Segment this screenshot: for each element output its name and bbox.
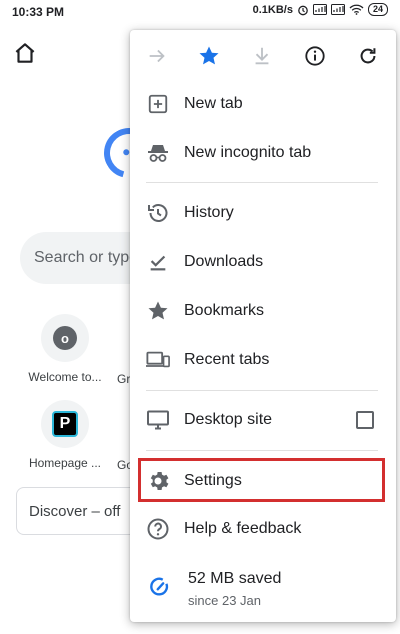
signal-icon bbox=[312, 4, 327, 15]
overflow-menu: New tab New incognito tab History Downlo… bbox=[130, 30, 396, 622]
menu-item-desktop-site[interactable]: Desktop site bbox=[130, 396, 396, 444]
menu-item-label: New incognito tab bbox=[184, 144, 312, 161]
home-icon[interactable] bbox=[12, 40, 38, 66]
download-icon[interactable] bbox=[249, 43, 275, 69]
network-speed: 0.1KB/s bbox=[252, 3, 293, 16]
shortcut-tile[interactable]: o Welcome to... bbox=[15, 314, 115, 384]
bookmark-star-icon[interactable] bbox=[196, 43, 222, 69]
menu-item-label: Recent tabs bbox=[184, 351, 270, 368]
status-icons: 0.1KB/s 24 bbox=[253, 3, 388, 16]
menu-item-help-feedback[interactable]: Help & feedback bbox=[130, 505, 396, 553]
menu-item-label: New tab bbox=[184, 95, 243, 112]
tile-label-peek: Gr bbox=[117, 372, 131, 386]
menu-item-label: Downloads bbox=[184, 253, 264, 270]
tile-icon-container: P bbox=[41, 400, 89, 448]
menu-item-recent-tabs[interactable]: Recent tabs bbox=[130, 336, 396, 384]
help-icon bbox=[146, 517, 170, 541]
menu-item-history[interactable]: History bbox=[130, 189, 396, 237]
tile-icon-container: o bbox=[41, 314, 89, 362]
new-tab-icon bbox=[146, 92, 170, 116]
data-saver-icon bbox=[148, 575, 172, 599]
shortcut-tile[interactable]: P Homepage ... bbox=[15, 400, 115, 470]
alarm-icon bbox=[297, 4, 309, 16]
menu-item-label: Bookmarks bbox=[184, 302, 265, 319]
menu-toolbar bbox=[130, 30, 396, 82]
wifi-icon bbox=[349, 4, 364, 15]
menu-item-new-incognito-tab[interactable]: New incognito tab bbox=[130, 129, 396, 177]
reload-icon[interactable] bbox=[355, 43, 381, 69]
menu-item-label: Desktop site bbox=[184, 411, 273, 428]
battery-indicator: 24 bbox=[367, 3, 388, 16]
data-saved-since: since 23 Jan bbox=[188, 593, 261, 608]
bookmarks-star-icon bbox=[146, 299, 170, 323]
signal-icon-2 bbox=[330, 4, 345, 15]
info-icon[interactable] bbox=[302, 43, 328, 69]
history-icon bbox=[146, 201, 170, 225]
search-placeholder: Search or type bbox=[34, 249, 139, 266]
menu-divider bbox=[146, 450, 378, 451]
forward-icon[interactable] bbox=[144, 43, 170, 69]
recent-tabs-icon bbox=[146, 348, 170, 372]
settings-highlight-box bbox=[138, 458, 385, 502]
menu-item-new-tab[interactable]: New tab bbox=[130, 80, 396, 128]
menu-item-label: Help & feedback bbox=[184, 520, 302, 537]
discover-label: Discover – off bbox=[29, 502, 121, 520]
data-saved-amount[interactable]: 52 MB saved bbox=[188, 570, 281, 588]
menu-item-label: History bbox=[184, 204, 234, 221]
menu-item-downloads[interactable]: Downloads bbox=[130, 238, 396, 286]
desktop-site-checkbox[interactable] bbox=[356, 411, 374, 429]
tile-label: Homepage ... bbox=[28, 456, 102, 470]
downloads-check-icon bbox=[146, 250, 170, 274]
desktop-icon bbox=[146, 408, 170, 432]
tile-label: Welcome to... bbox=[28, 370, 102, 384]
incognito-icon bbox=[146, 141, 170, 165]
menu-divider bbox=[146, 390, 378, 391]
status-time: 10:33 PM bbox=[12, 5, 65, 19]
menu-item-bookmarks[interactable]: Bookmarks bbox=[130, 287, 396, 335]
menu-divider bbox=[146, 182, 378, 183]
status-bar: 10:33 PM 0.1KB/s 24 bbox=[0, 0, 400, 24]
tile-letter-icon: P bbox=[52, 411, 78, 437]
tile-letter-icon: o bbox=[53, 326, 77, 350]
